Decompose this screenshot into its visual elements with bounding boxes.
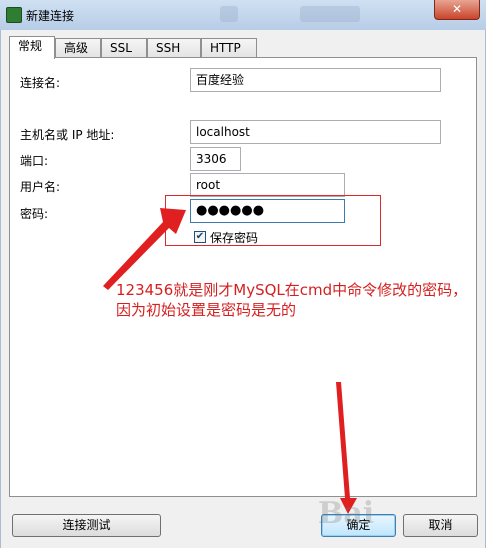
arrow-to-password — [103, 208, 186, 290]
annotation-arrows — [103, 208, 357, 514]
test-connection-button[interactable]: 连接测试 — [12, 514, 161, 537]
watermark: Bai — [318, 496, 375, 531]
tab-general[interactable]: 常规 — [9, 36, 55, 59]
cancel-button[interactable]: 取消 — [403, 514, 478, 537]
arrow-to-ok-button — [336, 382, 357, 514]
